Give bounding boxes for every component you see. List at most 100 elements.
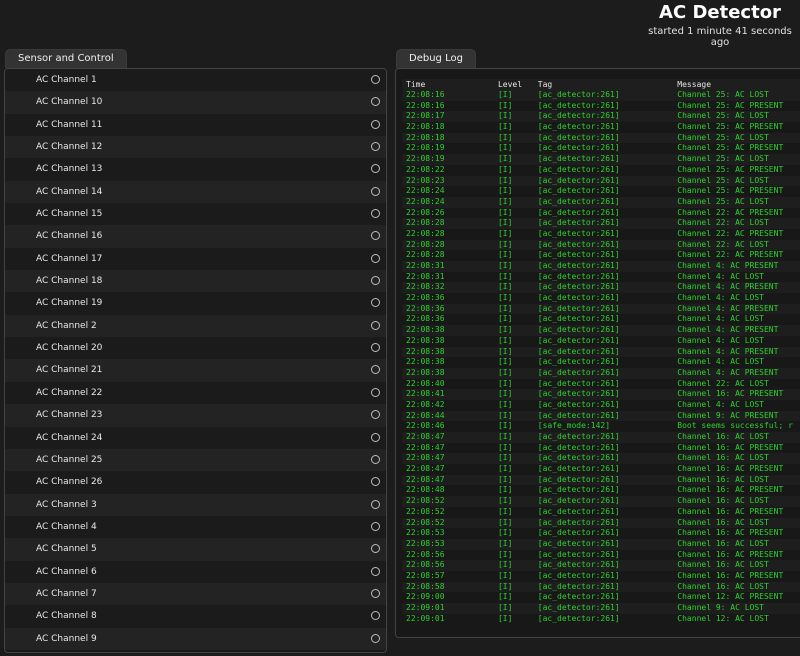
log-tag: [ac_detector:261] xyxy=(533,432,674,443)
log-time: 22:08:40 xyxy=(402,378,494,390)
debug-log-panel[interactable]: Time Level Tag Message 22:08:16 [I] [ac_de… xyxy=(395,68,800,638)
channel-row: AC Channel 15 xyxy=(5,203,386,226)
channel-row: AC Channel 21 xyxy=(5,359,386,382)
log-message: Channel 16: AC LOST xyxy=(673,474,800,486)
log-row: 22:08:42 [I] [ac_detector:261] Channel 4: A… xyxy=(402,399,800,411)
log-row: 22:08:31 [I] [ac_detector:261] Channel 4: A… xyxy=(402,261,800,272)
log-time: 22:08:31 xyxy=(402,261,494,272)
log-row: 22:08:38 [I] [ac_detector:261] Channel 4: A… xyxy=(402,325,800,336)
log-row: 22:08:24 [I] [ac_detector:261] Channel 25: … xyxy=(402,196,800,208)
log-row: 22:08:53 [I] [ac_detector:261] Channel 16: … xyxy=(402,538,800,550)
log-tag: [ac_detector:261] xyxy=(533,335,674,347)
log-tag: [ac_detector:261] xyxy=(533,143,674,155)
log-time: 22:08:36 xyxy=(402,303,494,315)
log-level: [I] xyxy=(493,506,534,518)
radio-circle-icon xyxy=(371,499,380,509)
log-level: [I] xyxy=(493,346,534,358)
log-message: Channel 22: AC LOST xyxy=(673,239,800,251)
log-message: Channel 22: AC LOST xyxy=(673,218,800,229)
log-row: 22:08:18 [I] [ac_detector:261] Channel 25: … xyxy=(402,132,800,144)
log-message: Channel 22: AC PRESENT xyxy=(673,250,800,261)
channel-row: AC Channel 17 xyxy=(5,247,386,271)
col-message: Message xyxy=(673,79,800,90)
radio-circle-icon xyxy=(371,588,380,598)
log-time: 22:08:52 xyxy=(402,506,494,518)
radio-circle-icon xyxy=(371,343,380,353)
log-row: 22:08:28 [I] [ac_detector:261] Channel 22: … xyxy=(402,228,800,240)
log-row: 22:09:01 [I] [ac_detector:261] Channel 12: … xyxy=(402,613,800,625)
channel-label: AC Channel 16 xyxy=(36,231,103,242)
log-tag: [ac_detector:261] xyxy=(533,442,674,454)
tab-sensor-and-control[interactable]: Sensor and Control xyxy=(5,49,127,68)
log-message: Channel 16: AC LOST xyxy=(673,517,800,529)
log-level: [I] xyxy=(493,485,534,497)
radio-circle-icon xyxy=(371,253,380,263)
channel-row: AC Channel 14 xyxy=(5,180,386,204)
log-row: 22:09:01 [I] [ac_detector:261] Channel 9: A… xyxy=(402,603,800,614)
log-time: 22:08:28 xyxy=(402,250,494,261)
log-time: 22:08:44 xyxy=(402,410,494,422)
log-tag: [ac_detector:261] xyxy=(533,111,674,123)
log-level: [I] xyxy=(493,421,534,432)
log-level: [I] xyxy=(493,367,534,379)
log-message: Channel 16: AC LOST xyxy=(673,560,800,571)
log-time: 22:09:01 xyxy=(402,603,494,614)
log-tag: [ac_detector:261] xyxy=(533,485,674,497)
log-row: 22:08:31 [I] [ac_detector:261] Channel 4: A… xyxy=(402,271,800,283)
log-message: Channel 16: AC LOST xyxy=(673,496,800,507)
log-level: [I] xyxy=(493,239,534,251)
log-message: Channel 4: AC LOST xyxy=(673,399,800,411)
log-message: Channel 25: AC LOST xyxy=(673,132,800,144)
log-tag: [ac_detector:261] xyxy=(533,164,674,176)
channel-row: AC Channel 1 xyxy=(5,69,386,92)
log-level: [I] xyxy=(493,132,534,144)
radio-circle-icon xyxy=(371,142,380,152)
log-level: [I] xyxy=(493,528,534,539)
channel-label: AC Channel 4 xyxy=(36,521,97,532)
log-message: Boot seems successful; r xyxy=(673,421,800,432)
log-message: Channel 4: AC LOST xyxy=(673,335,800,347)
log-tag: [ac_detector:261] xyxy=(533,303,674,315)
log-time: 22:09:00 xyxy=(402,592,494,603)
log-row: 22:08:28 [I] [ac_detector:261] Channel 22: … xyxy=(402,218,800,229)
log-tag: [ac_detector:261] xyxy=(533,325,674,336)
radio-circle-icon xyxy=(371,119,380,129)
log-level: [I] xyxy=(493,581,534,593)
channel-label: AC Channel 7 xyxy=(36,588,97,599)
log-time: 22:08:19 xyxy=(402,143,494,155)
log-row: 22:08:24 [I] [ac_detector:261] Channel 25: … xyxy=(402,186,800,197)
channel-label: AC Channel 25 xyxy=(36,454,103,465)
channel-row: AC Channel 8 xyxy=(5,605,386,628)
log-time: 22:08:26 xyxy=(402,207,494,219)
radio-circle-icon xyxy=(371,276,380,286)
tab-debug-log[interactable]: Debug Log xyxy=(396,49,476,68)
log-message: Channel 22: AC PRESENT xyxy=(673,228,800,240)
log-time: 22:08:58 xyxy=(402,581,494,593)
log-row: 22:08:52 [I] [ac_detector:261] Channel 16: … xyxy=(402,506,800,518)
log-row: 22:08:23 [I] [ac_detector:261] Channel 25: … xyxy=(402,175,800,187)
log-message: Channel 9: AC PRESENT xyxy=(673,410,800,422)
channel-label: AC Channel 11 xyxy=(36,119,103,130)
log-level: [I] xyxy=(493,538,534,550)
log-row: 22:08:19 [I] [ac_detector:261] Channel 25: … xyxy=(402,143,800,155)
log-message: Channel 25: AC PRESENT xyxy=(673,143,800,155)
log-row: 22:08:56 [I] [ac_detector:261] Channel 16: … xyxy=(402,549,800,561)
log-level: [I] xyxy=(493,271,534,283)
log-tag: [ac_detector:261] xyxy=(533,186,674,197)
channel-label: AC Channel 26 xyxy=(36,477,103,488)
log-message: Channel 16: AC PRESENT xyxy=(673,464,800,475)
log-tag: [ac_detector:261] xyxy=(533,218,674,229)
channel-row: AC Channel 16 xyxy=(5,225,386,248)
log-level: [I] xyxy=(493,314,534,326)
log-message: Channel 4: AC PRESENT xyxy=(673,261,800,272)
log-tag: [ac_detector:261] xyxy=(533,250,674,261)
channel-label: AC Channel 23 xyxy=(36,410,103,421)
log-level: [I] xyxy=(493,357,534,368)
log-level: [I] xyxy=(493,517,534,529)
log-message: Channel 16: AC PRESENT xyxy=(673,528,800,539)
channel-label: AC Channel 3 xyxy=(36,499,97,510)
log-time: 22:08:38 xyxy=(402,325,494,336)
channel-label: AC Channel 17 xyxy=(36,253,103,264)
radio-circle-icon xyxy=(371,611,380,621)
log-row: 22:08:18 [I] [ac_detector:261] Channel 25: … xyxy=(402,122,800,133)
